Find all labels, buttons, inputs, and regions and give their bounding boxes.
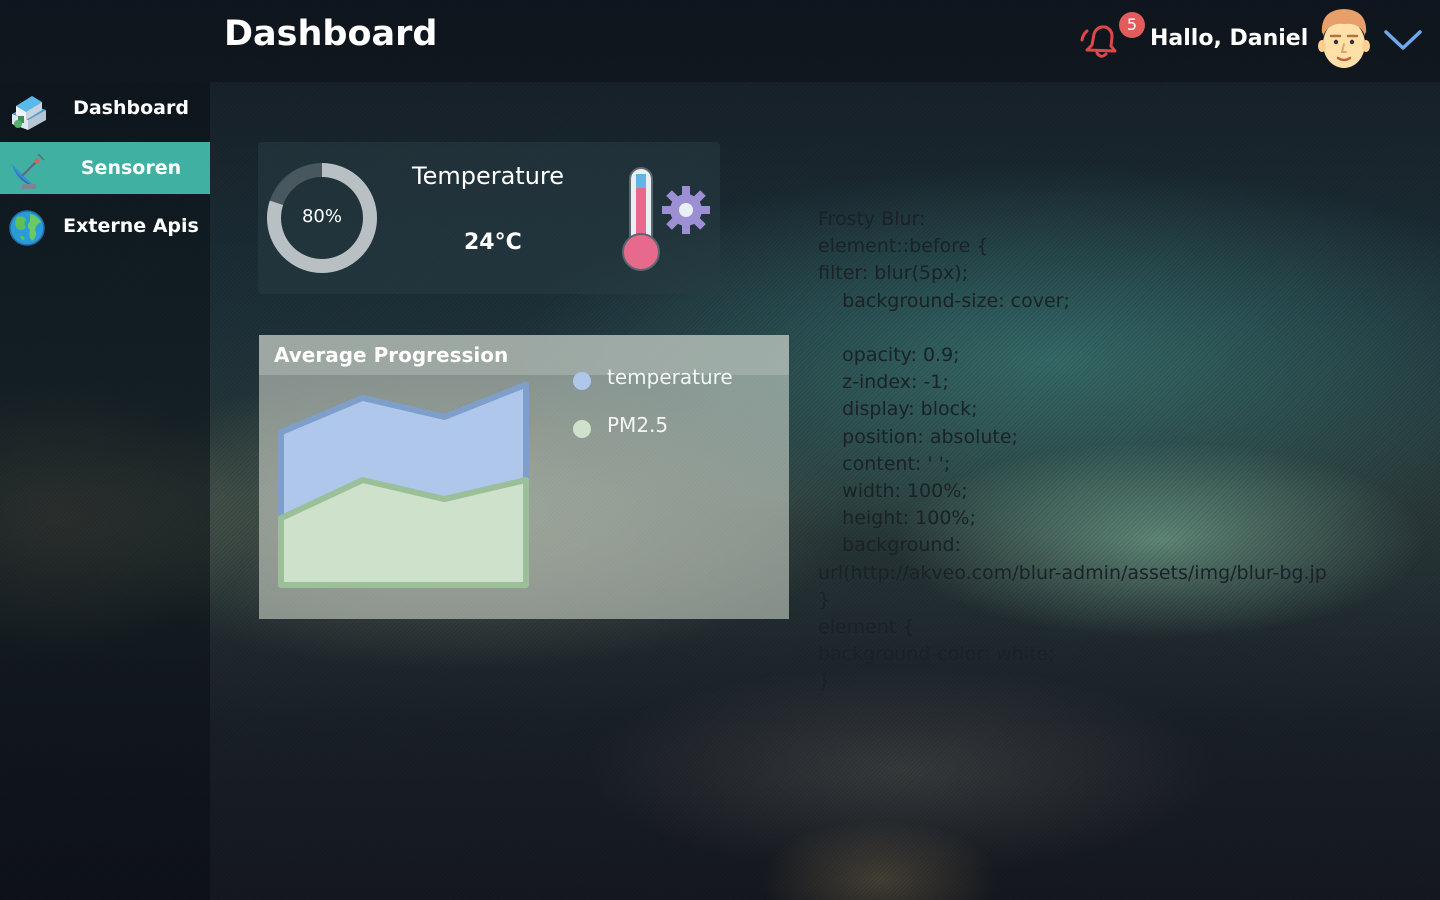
sidebar-item-label: Dashboard	[73, 97, 189, 119]
chart-title: Average Progression	[274, 343, 509, 367]
globe-icon	[9, 210, 45, 246]
legend-label: temperature	[607, 365, 733, 389]
temperature-title: Temperature	[412, 162, 565, 190]
avatar-icon[interactable]	[1316, 6, 1372, 72]
house-icon	[12, 96, 46, 130]
bell-icon[interactable]	[1080, 20, 1122, 60]
code-line: element::before {	[818, 235, 989, 258]
gauge-percent-label: 80%	[301, 206, 342, 227]
user-greeting: Hallo, Daniel	[1150, 26, 1309, 51]
code-line: element {	[818, 616, 915, 639]
code-snippet-text: Frosty Blur:element::before {filter: blu…	[818, 206, 1418, 696]
code-line: url(http://akveo.com/blur-admin/assets/i…	[818, 561, 1327, 584]
page-title: Dashboard	[224, 14, 438, 54]
sidebar-item-label: Externe Apis	[63, 215, 199, 237]
legend-label: PM2.5	[607, 413, 669, 437]
code-line: display: block;	[818, 398, 978, 421]
code-line: filter: blur(5px);	[818, 262, 969, 285]
code-line: z-index: -1;	[818, 371, 949, 394]
code-line: }	[818, 588, 831, 611]
code-line: content: ' ';	[818, 452, 951, 475]
satellite-dish-icon	[12, 153, 45, 189]
thermometer-gear-icon	[622, 167, 710, 271]
code-line: Frosty Blur:	[818, 208, 926, 230]
code-line: background-size: cover;	[818, 289, 1070, 312]
code-line: }	[818, 670, 831, 693]
legend-swatch-pm25	[573, 420, 591, 438]
sidebar-item-dashboard[interactable]: Dashboard	[0, 82, 210, 134]
code-line: background-color: white;	[818, 643, 1055, 666]
sidebar-item-label: Sensoren	[80, 157, 182, 179]
area-chart	[278, 381, 529, 588]
code-line: width: 100%;	[818, 480, 968, 503]
code-line: opacity: 0.9;	[818, 344, 960, 367]
code-line: height: 100%;	[818, 507, 976, 530]
chevron-down-icon[interactable]	[1384, 28, 1422, 52]
temperature-value: 24°C	[464, 230, 522, 255]
notification-badge: 5	[1119, 12, 1145, 38]
legend-swatch-temperature	[573, 372, 591, 390]
code-line: position: absolute;	[818, 425, 1018, 448]
sidebar-item-sensoren[interactable]: Sensoren	[0, 142, 210, 194]
code-line: background:	[818, 534, 961, 557]
sidebar-item-externe-apis[interactable]: Externe Apis	[0, 200, 210, 252]
average-progression-card: Average Progression temperature PM2.5	[259, 335, 789, 619]
temperature-card: 80% Temperature 24°C	[258, 142, 720, 294]
